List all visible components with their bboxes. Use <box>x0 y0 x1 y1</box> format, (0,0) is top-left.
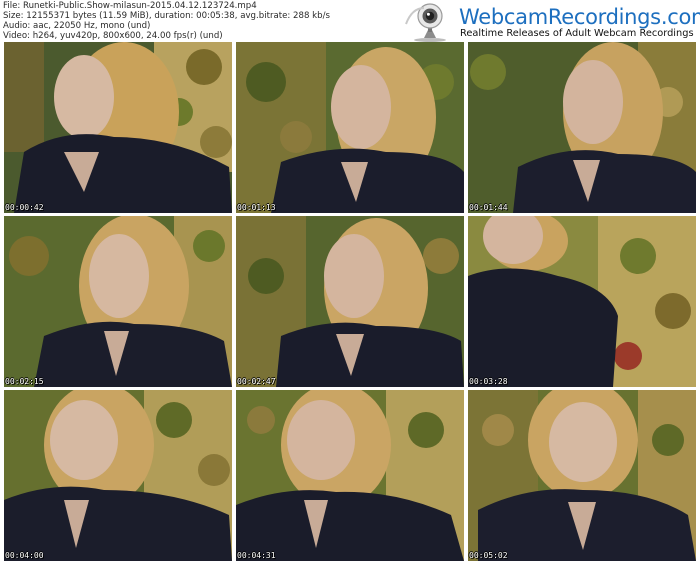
thumbnail-timestamp: 00:02:47 <box>237 377 276 386</box>
video-info-line: Video: h264, yuv420p, 800x600, 24.00 fps… <box>3 31 223 41</box>
thumbnail-frame <box>236 216 464 387</box>
thumbnail-timestamp: 00:00:42 <box>5 203 44 212</box>
thumbnail-timestamp: 00:05:02 <box>469 551 508 560</box>
brand-logo: WebcamRecordings.com Realtime Releases o… <box>402 2 700 42</box>
video-thumbnail: 00:04:31 <box>236 390 464 561</box>
thumbnail-timestamp: 00:04:31 <box>237 551 276 560</box>
webcam-icon <box>405 3 446 42</box>
video-thumbnail: 00:03:28 <box>468 216 696 387</box>
thumbnail-frame <box>236 390 464 561</box>
file-size-line: Size: 12155371 bytes (11.59 MiB), durati… <box>3 11 330 21</box>
thumbnail-frame <box>468 216 696 387</box>
video-thumbnail: 00:01:44 <box>468 42 696 213</box>
video-thumbnail: 00:05:02 <box>468 390 696 561</box>
thumbnail-frame <box>4 216 232 387</box>
brand-tagline: Realtime Releases of Adult Webcam Record… <box>460 28 694 39</box>
video-thumbnail: 00:02:47 <box>236 216 464 387</box>
thumbnail-frame <box>4 42 232 213</box>
video-thumbnail: 00:04:00 <box>4 390 232 561</box>
thumbnail-frame <box>236 42 464 213</box>
video-thumbnail: 00:01:13 <box>236 42 464 213</box>
brand-name: WebcamRecordings.com <box>459 5 700 29</box>
video-thumbnail: 00:00:42 <box>4 42 232 213</box>
file-name-line: File: Runetki-Public.Show-milasun-2015.0… <box>3 1 257 11</box>
thumbnail-frame <box>468 390 696 561</box>
thumbnail-timestamp: 00:02:15 <box>5 377 44 386</box>
thumbnail-grid: 00:00:42 00:01:13 00:01:44 00:02:15 00:0… <box>4 42 696 562</box>
thumbnail-timestamp: 00:04:00 <box>5 551 44 560</box>
file-info-header: File: Runetki-Public.Show-milasun-2015.0… <box>0 0 700 42</box>
audio-info-line: Audio: aac, 22050 Hz, mono (und) <box>3 21 151 31</box>
thumbnail-frame <box>468 42 696 213</box>
video-thumbnail: 00:02:15 <box>4 216 232 387</box>
thumbnail-frame <box>4 390 232 561</box>
thumbnail-timestamp: 00:01:13 <box>237 203 276 212</box>
thumbnail-timestamp: 00:01:44 <box>469 203 508 212</box>
thumbnail-timestamp: 00:03:28 <box>469 377 508 386</box>
